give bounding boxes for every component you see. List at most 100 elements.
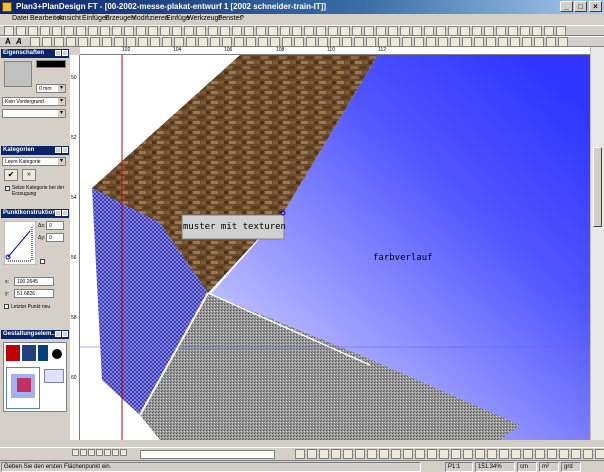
toolbar-button[interactable]: [114, 37, 124, 47]
tool-button[interactable]: [535, 449, 545, 459]
toolbar-button[interactable]: [258, 37, 268, 47]
color-preview[interactable]: [4, 61, 32, 87]
toolbar-button[interactable]: [196, 26, 206, 36]
toolbar-button[interactable]: [354, 37, 364, 47]
toolbar-button[interactable]: [30, 37, 40, 47]
toolbar-button[interactable]: [40, 26, 50, 36]
toolbar-button[interactable]: [546, 37, 556, 47]
dx-input[interactable]: 0: [46, 221, 64, 230]
toolbar-button[interactable]: [436, 26, 446, 36]
toolbar-button[interactable]: [378, 37, 388, 47]
vertical-scrollbar[interactable]: [590, 47, 604, 440]
toolbar-button[interactable]: [364, 26, 374, 36]
toolbar-button[interactable]: [304, 26, 314, 36]
set-category-checkbox[interactable]: [5, 186, 10, 191]
toolbar-button[interactable]: [316, 26, 326, 36]
layer-button[interactable]: [72, 449, 79, 456]
panel-minimize-icon[interactable]: [55, 210, 61, 216]
toolbar-button[interactable]: [424, 26, 434, 36]
tool-button[interactable]: [319, 449, 329, 459]
tool-button[interactable]: [523, 449, 533, 459]
toolbar-button[interactable]: [76, 26, 86, 36]
toolbar-button[interactable]: [88, 26, 98, 36]
toolbar-button[interactable]: [78, 37, 88, 47]
toolbar-button[interactable]: [460, 26, 470, 36]
toolbar-button[interactable]: [510, 37, 520, 47]
toolbar-button[interactable]: [268, 26, 278, 36]
toolbar-button[interactable]: [508, 26, 518, 36]
tool-button[interactable]: [391, 449, 401, 459]
tool-button[interactable]: [427, 449, 437, 459]
toolbar-button[interactable]: [148, 26, 158, 36]
toolbar-button[interactable]: [462, 37, 472, 47]
toolbar-button[interactable]: [400, 26, 410, 36]
tool-button[interactable]: [595, 449, 604, 459]
toolbar-button[interactable]: [112, 26, 122, 36]
toolbar-button[interactable]: [160, 26, 170, 36]
toolbar-button[interactable]: [124, 26, 134, 36]
design-thumb-5[interactable]: [44, 369, 64, 383]
menu-modify[interactable]: Modifizieren: [131, 15, 169, 22]
texture-label[interactable]: muster mit texturen: [183, 222, 286, 232]
toolbar-button[interactable]: [390, 37, 400, 47]
horizontal-scrollbar[interactable]: [70, 440, 604, 447]
font-style-button[interactable]: A: [16, 37, 22, 46]
design-thumb-2[interactable]: [22, 345, 36, 361]
dy-input[interactable]: 0: [46, 233, 64, 242]
gradient-label[interactable]: farbverlauf: [373, 253, 433, 263]
toolbar-button[interactable]: [232, 26, 242, 36]
drawing-canvas[interactable]: muster mit texturen farbverlauf: [80, 55, 590, 440]
toolbar-button[interactable]: [472, 26, 482, 36]
toolbar-button[interactable]: [186, 37, 196, 47]
tool-button[interactable]: [511, 449, 521, 459]
toolbar-button[interactable]: [426, 37, 436, 47]
toolbar-button[interactable]: [222, 37, 232, 47]
toolbar-button[interactable]: [4, 26, 14, 36]
panel-minimize-icon[interactable]: [55, 331, 61, 337]
toolbar-button[interactable]: [184, 26, 194, 36]
toolbar-button[interactable]: [126, 37, 136, 47]
fill-combo[interactable]: [2, 109, 66, 118]
toolbar-button[interactable]: [244, 26, 254, 36]
toolbar-button[interactable]: [450, 37, 460, 47]
toolbar-button[interactable]: [150, 37, 160, 47]
tool-button[interactable]: [343, 449, 353, 459]
panel-close-icon[interactable]: [62, 210, 68, 216]
toolbar-button[interactable]: [100, 26, 110, 36]
vertical-scroll-thumb[interactable]: [593, 147, 602, 227]
tool-button[interactable]: [463, 449, 473, 459]
toolbar-button[interactable]: [474, 37, 484, 47]
toolbar-button[interactable]: [54, 37, 64, 47]
menu-view[interactable]: Ansicht: [58, 15, 81, 22]
tool-button[interactable]: [559, 449, 569, 459]
toolbar-button[interactable]: [412, 26, 422, 36]
tool-button[interactable]: [475, 449, 485, 459]
toolbar-button[interactable]: [282, 37, 292, 47]
tool-button[interactable]: [367, 449, 377, 459]
toolbar-button[interactable]: [246, 37, 256, 47]
toolbar-button[interactable]: [292, 26, 302, 36]
toolbar-button[interactable]: [102, 37, 112, 47]
panel-close-icon[interactable]: [62, 50, 68, 56]
toolbar-button[interactable]: [366, 37, 376, 47]
toolbar-button[interactable]: [342, 37, 352, 47]
command-input[interactable]: [140, 450, 275, 459]
toolbar-button[interactable]: [42, 37, 52, 47]
toolbar-button[interactable]: [556, 26, 566, 36]
menu-window[interactable]: Fenster: [218, 15, 242, 22]
layer-button[interactable]: [96, 449, 103, 456]
layer-button[interactable]: [112, 449, 119, 456]
layer-button[interactable]: [80, 449, 87, 456]
tool-button[interactable]: [379, 449, 389, 459]
color-picker[interactable]: [36, 60, 66, 68]
toolbar-button[interactable]: [544, 26, 554, 36]
font-size-button[interactable]: A: [5, 37, 11, 46]
layer-button[interactable]: [120, 449, 127, 456]
toolbar-button[interactable]: [64, 26, 74, 36]
panel-minimize-icon[interactable]: [55, 147, 61, 153]
toolbar-button[interactable]: [294, 37, 304, 47]
toolbar-button[interactable]: [534, 37, 544, 47]
toolbar-button[interactable]: [270, 37, 280, 47]
toolbar-button[interactable]: [496, 26, 506, 36]
toolbar-button[interactable]: [256, 26, 266, 36]
